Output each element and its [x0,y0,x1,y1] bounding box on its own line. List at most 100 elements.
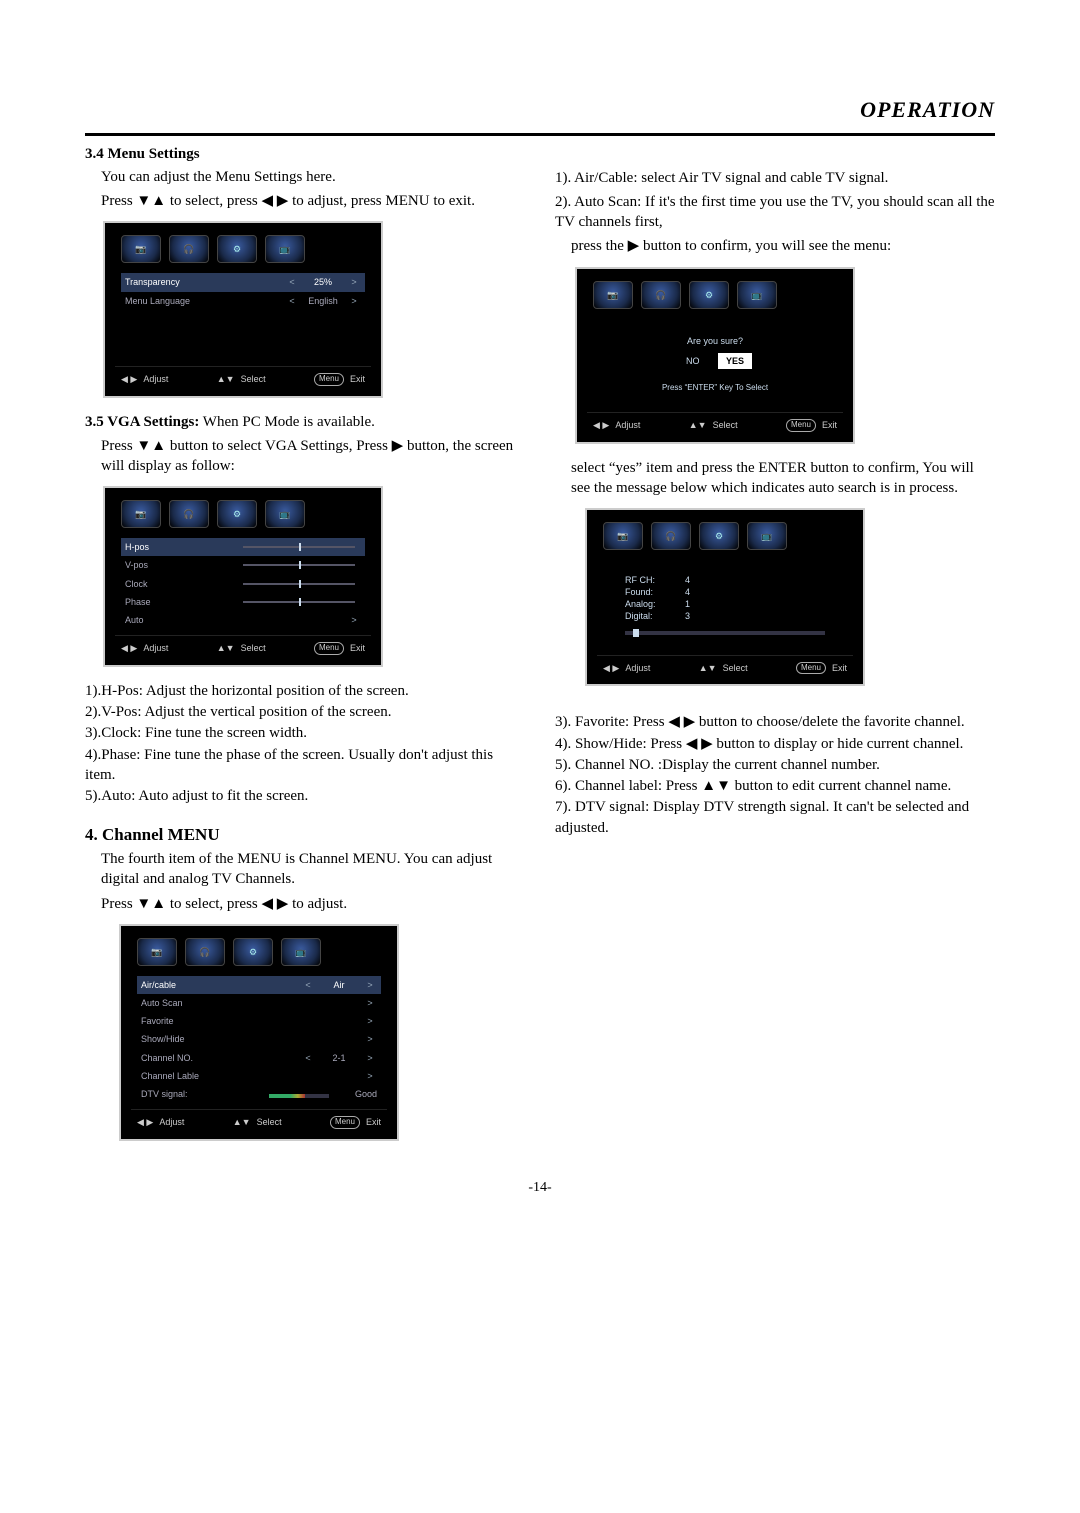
left-right-icon: ◀ ▶ [137,1116,153,1128]
setup-tab-icon: ⚙ [699,522,739,550]
osd-footer: ◀ ▶ Adjust ▲▼ Select Menu Exit [115,635,371,657]
osd-tabs: 📷 🎧 ⚙ 📺 [115,233,371,271]
adjust-label: Adjust [159,1116,184,1128]
channel-tab-icon: 📺 [747,522,787,550]
scan-body: RF CH:4 Found:4 Analog:1 Digital:3 [597,558,853,655]
audio-tab-icon: 🎧 [641,281,681,309]
setup-tab-icon: ⚙ [233,938,273,966]
audio-tab-icon: 🎧 [169,235,209,263]
menu-button-icon: Menu [796,662,826,675]
section-4-heading: 4. Channel MENU [85,824,525,847]
up-down-icon: ▲▼ [217,373,235,385]
r-item2b: press the ▶ button to confirm, you will … [555,236,995,256]
menu-button-icon: Menu [330,1116,360,1129]
row-value: 2-1 [315,1052,363,1064]
audio-tab-icon: 🎧 [651,522,691,550]
right-arrow-icon: > [363,1070,377,1082]
left-arrow-icon: < [285,276,299,288]
up-down-icon: ▲▼ [689,419,707,431]
r-item3: 3). Favorite: Press ◀ ▶ button to choose… [555,712,995,732]
r-item4: 4). Show/Hide: Press ◀ ▶ button to displ… [555,734,995,754]
section-3-5-heading: 3.5 VGA Settings: When PC Mode is availa… [85,412,525,432]
up-down-icon: ▲▼ [699,662,717,674]
select-label: Select [723,662,748,674]
row-label: Phase [125,596,237,608]
r-item5: 5). Channel NO. :Display the current cha… [555,755,995,775]
select-label: Select [257,1116,282,1128]
adjust-label: Adjust [625,662,650,674]
picture-tab-icon: 📷 [137,938,177,966]
slider-icon [243,546,355,548]
osd-vga-settings: 📷 🎧 ⚙ 📺 H-pos V-pos Clock [103,486,383,667]
s35-p1: Press ▼▲ button to select VGA Settings, … [101,436,525,477]
row-vpos: V-pos [121,556,365,574]
r-item6: 6). Channel label: Press ▲▼ button to ed… [555,776,995,796]
channel-tab-icon: 📺 [265,500,305,528]
adjust-label: Adjust [143,642,168,654]
confirm-body: Are you sure? NO YES Press “ENTER” Key T… [587,317,843,412]
page-number: -14- [85,1179,995,1198]
menu-button-icon: Menu [314,373,344,386]
left-arrow-icon: < [285,295,299,307]
right-column: 1). Air/Cable: select Air TV signal and … [555,144,995,1155]
setup-tab-icon: ⚙ [217,235,257,263]
up-down-icon: ▲▼ [217,642,235,654]
confirm-question: Are you sure? [587,335,843,347]
row-channellabel: Channel Lable > [137,1067,381,1085]
menu-button-icon: Menu [314,642,344,655]
right-arrow-icon: > [363,997,377,1009]
s4-p2: Press ▼▲ to select, press ◀ ▶ to adjust. [101,894,525,914]
osd-footer: ◀ ▶ Adjust ▲▼ Select Menu Exit [131,1109,387,1131]
row-label: Auto [125,614,347,626]
s34-p1: You can adjust the Menu Settings here. [101,167,525,187]
up-down-icon: ▲▼ [233,1116,251,1128]
row-label: DTV signal: [141,1088,263,1100]
osd-body: H-pos V-pos Clock Phase Auto > [115,536,371,635]
row-label: Air/cable [141,979,301,991]
adjust-label: Adjust [615,419,640,431]
osd-body: Air/cable < Air > Auto Scan > Favorite >… [131,974,387,1109]
channel-item-list: 3). Favorite: Press ◀ ▶ button to choose… [555,712,995,838]
row-dtvsignal: DTV signal: Good [137,1085,381,1103]
osd-channel-menu: 📷 🎧 ⚙ 📺 Air/cable < Air > Auto Scan > Fa… [119,924,399,1141]
right-arrow-icon: > [347,614,361,626]
scan-box: RF CH:4 Found:4 Analog:1 Digital:3 [603,560,847,649]
scan-digital: Digital:3 [625,610,825,622]
r-item2-cont: select “yes” item and press the ENTER bu… [555,458,995,499]
right-arrow-icon: > [363,979,377,991]
row-label: Auto Scan [141,997,363,1009]
row-label: Transparency [125,276,285,288]
slider-icon [243,601,355,603]
row-channelno: Channel NO. < 2-1 > [137,1049,381,1067]
right-arrow-icon: > [363,1033,377,1045]
osd-tabs: 📷 🎧 ⚙ 📺 [597,520,853,558]
left-right-icon: ◀ ▶ [121,642,137,654]
vga-i1: 1).H-Pos: Adjust the horizontal position… [85,681,525,701]
r-item1: 1). Air/Cable: select Air TV signal and … [555,168,995,188]
left-arrow-icon: < [301,979,315,991]
row-label: Channel Lable [141,1070,363,1082]
right-arrow-icon: > [363,1052,377,1064]
vga-i3: 3).Clock: Fine tune the screen width. [85,723,525,743]
s4-p1: The fourth item of the MENU is Channel M… [101,849,525,890]
left-right-icon: ◀ ▶ [603,662,619,674]
exit-label: Exit [350,373,365,385]
select-label: Select [241,642,266,654]
right-arrow-icon: > [347,295,361,307]
row-value: English [299,295,347,307]
slider-icon [243,583,355,585]
row-value: Air [315,979,363,991]
exit-label: Exit [350,642,365,654]
osd-footer: ◀ ▶ Adjust ▲▼ Select Menu Exit [597,655,853,677]
row-showhide: Show/Hide > [137,1030,381,1048]
row-label: Menu Language [125,295,285,307]
page-header: OPERATION [85,95,995,125]
right-arrow-icon: > [363,1015,377,1027]
row-label: Show/Hide [141,1033,363,1045]
scan-found: Found:4 [625,586,825,598]
picture-tab-icon: 📷 [121,500,161,528]
select-label: Select [713,419,738,431]
audio-tab-icon: 🎧 [185,938,225,966]
row-clock: Clock [121,575,365,593]
yes-button: YES [718,353,752,369]
